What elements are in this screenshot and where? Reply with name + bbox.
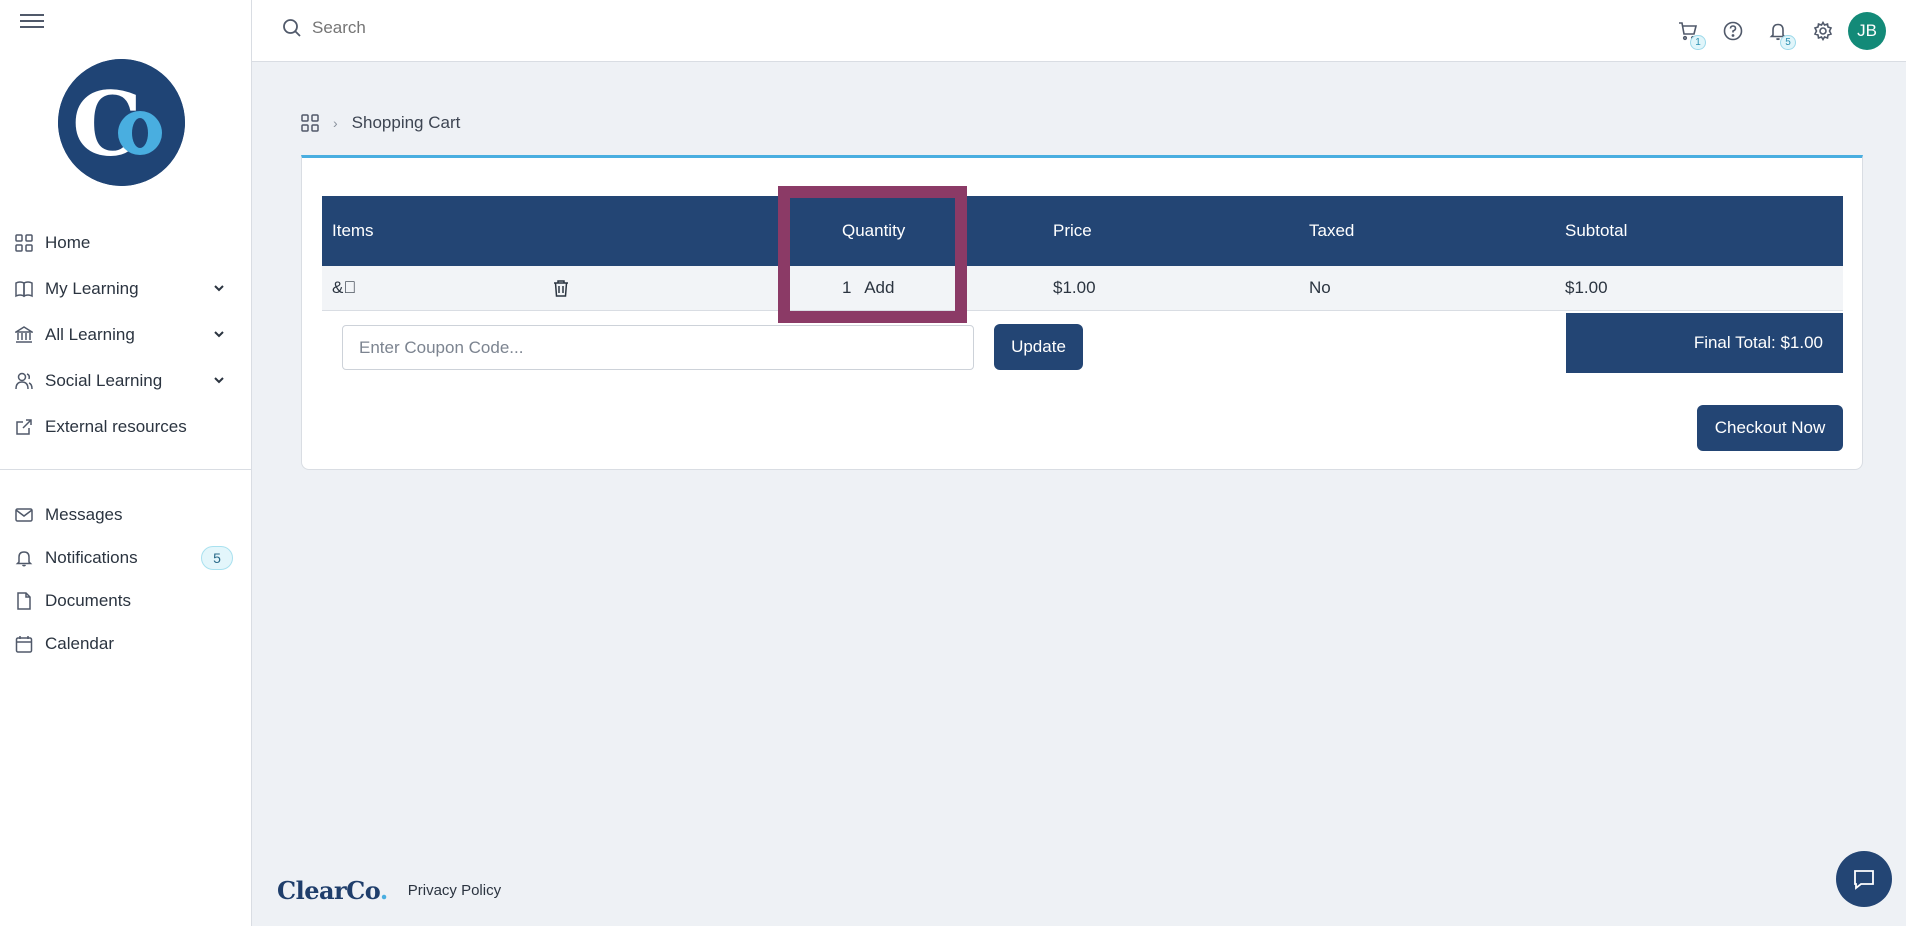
notification-count-badge: 5	[1780, 35, 1796, 50]
column-header-quantity: Quantity	[787, 196, 1043, 266]
chevron-down-icon[interactable]	[212, 281, 226, 295]
chevron-right-icon: ›	[333, 115, 338, 131]
chat-button[interactable]	[1836, 851, 1892, 907]
sidebar-item-label: Calendar	[45, 633, 114, 653]
settings-button[interactable]	[1808, 11, 1838, 51]
item-name: & 	[332, 277, 357, 297]
cart-button[interactable]: 1	[1673, 11, 1706, 51]
coupon-code-input[interactable]	[342, 325, 974, 370]
help-icon	[1723, 21, 1743, 41]
calendar-icon	[15, 635, 33, 653]
sidebar-item-calendar[interactable]: Calendar	[0, 622, 252, 665]
gear-icon	[1813, 21, 1833, 41]
privacy-policy-link[interactable]: Privacy Policy	[408, 882, 501, 899]
menu-toggle-icon[interactable]	[20, 14, 44, 32]
footer-logo: ClearCo.	[277, 876, 388, 905]
topbar-actions: 1 5 JB	[1658, 11, 1886, 51]
nav-divider	[0, 469, 252, 470]
sidebar-item-label: Home	[45, 233, 91, 252]
notifications-count-badge: 5	[201, 546, 233, 570]
topbar: 1 5 JB	[252, 0, 1906, 62]
breadcrumb: › Shopping Cart	[301, 113, 460, 133]
grid-icon	[15, 234, 33, 252]
column-header-taxed: Taxed	[1299, 196, 1555, 266]
brand-logo[interactable]: C	[58, 59, 185, 186]
sidebar-item-label: All Learning	[45, 325, 135, 344]
chevron-down-icon[interactable]	[212, 373, 226, 387]
bell-icon	[15, 549, 33, 567]
sidebar-item-my-learning[interactable]: My Learning	[0, 266, 252, 312]
quantity-value: 1	[842, 277, 852, 297]
sidebar-item-label: Notifications	[45, 547, 138, 567]
sidebar-item-home[interactable]: Home	[0, 220, 252, 266]
book-icon	[15, 280, 33, 298]
sidebar-item-messages[interactable]: Messages	[0, 493, 252, 536]
shopping-cart-card: Items Quantity Price Taxed Subtotal &  1…	[301, 155, 1863, 470]
final-total-label: Final Total:	[1693, 333, 1776, 352]
sidebar-item-label: Documents	[45, 590, 131, 610]
cart-table: Items Quantity Price Taxed Subtotal &  1…	[322, 196, 1843, 311]
sidebar: C Home My Learning All Learning Social L…	[0, 0, 252, 926]
sidebar-item-documents[interactable]: Documents	[0, 579, 252, 622]
search-bar	[282, 18, 712, 38]
institution-icon	[15, 326, 33, 344]
search-icon	[283, 19, 301, 37]
column-header-price: Price	[1043, 196, 1299, 266]
dashboard-grid-icon[interactable]	[301, 114, 319, 132]
sidebar-item-notifications[interactable]: Notifications 5	[0, 536, 252, 579]
add-quantity-button[interactable]: Add	[864, 278, 894, 297]
sidebar-item-all-learning[interactable]: All Learning	[0, 312, 252, 358]
sidebar-item-label: Social Learning	[45, 371, 163, 390]
item-cell: & 	[322, 266, 787, 311]
search-input[interactable]	[312, 18, 712, 38]
final-total-value: $1.00	[1780, 333, 1823, 352]
sidebar-item-label: My Learning	[45, 279, 139, 298]
primary-nav: Home My Learning All Learning Social Lea…	[0, 220, 252, 450]
sidebar-item-label: Messages	[45, 504, 123, 524]
mail-icon	[15, 506, 33, 524]
help-button[interactable]	[1718, 11, 1748, 51]
sidebar-item-social-learning[interactable]: Social Learning	[0, 358, 252, 404]
chat-bubble-icon	[1854, 870, 1874, 890]
document-icon	[15, 591, 33, 610]
subtotal-cell: $1.00	[1555, 266, 1843, 311]
secondary-nav: Messages Notifications 5 Documents Calen…	[0, 493, 252, 665]
chevron-down-icon[interactable]	[212, 327, 226, 341]
sidebar-item-external-resources[interactable]: External resources	[0, 404, 252, 450]
taxed-cell: No	[1299, 266, 1555, 311]
column-header-items: Items	[322, 196, 787, 266]
trash-icon[interactable]	[552, 279, 570, 302]
users-icon	[15, 372, 33, 390]
cart-count-badge: 1	[1690, 35, 1706, 50]
breadcrumb-current: Shopping Cart	[351, 113, 461, 132]
final-total-box: Final Total: $1.00	[1566, 313, 1843, 373]
notifications-button[interactable]: 5	[1763, 11, 1796, 51]
column-header-subtotal: Subtotal	[1555, 196, 1843, 266]
sidebar-item-label: External resources	[45, 417, 187, 436]
table-header-row: Items Quantity Price Taxed Subtotal	[322, 196, 1843, 266]
checkout-now-button[interactable]: Checkout Now	[1697, 405, 1843, 451]
user-avatar[interactable]: JB	[1848, 12, 1886, 50]
table-row: &  1 Add $1.00 No $1.00	[322, 266, 1843, 311]
footer: ClearCo. Privacy Policy	[277, 876, 501, 905]
quantity-cell: 1 Add	[787, 266, 1043, 311]
price-cell: $1.00	[1043, 266, 1299, 311]
update-button[interactable]: Update	[994, 324, 1083, 370]
external-link-icon	[15, 418, 33, 436]
